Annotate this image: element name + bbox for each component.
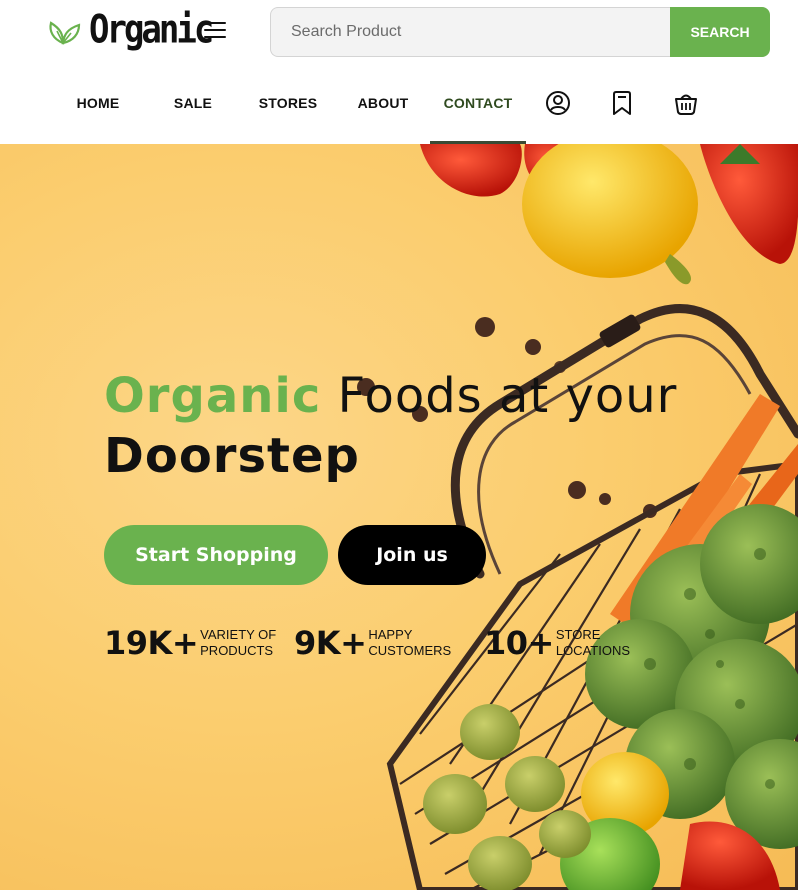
- search-bar: SEARCH: [270, 7, 770, 57]
- stat-label: STORE LOCATIONS: [556, 627, 630, 659]
- nav-item-contact[interactable]: CONTACT: [430, 84, 526, 144]
- stat-label-line1: STORE: [555, 627, 601, 642]
- stat-locations: 10+ STORE LOCATIONS: [484, 624, 630, 662]
- hero-section: Organic Foods at your Doorstep Start Sho…: [0, 144, 798, 890]
- leaf-logo-icon: [49, 21, 81, 45]
- brand-name: Organic: [89, 7, 214, 53]
- hero-title-accent: Organic: [104, 368, 322, 424]
- nav-item-home[interactable]: HOME: [50, 84, 146, 144]
- logo[interactable]: Organic: [43, 7, 214, 53]
- stat-number: 19K+: [104, 624, 199, 662]
- stat-label-line1: VARIETY OF: [200, 627, 277, 642]
- nav-item-sale[interactable]: SALE: [145, 84, 241, 144]
- groceries-basket-image: [357, 144, 798, 890]
- stat-label: VARIETY OF PRODUCTS: [200, 627, 276, 659]
- hero-title-line2: Doorstep: [104, 428, 360, 484]
- nav-item-about[interactable]: ABOUT: [335, 84, 431, 144]
- hero-title-rest: Foods at your: [337, 368, 678, 424]
- start-shopping-button[interactable]: Start Shopping: [104, 525, 328, 585]
- stat-customers: 9K+ HAPPY CUSTOMERS: [294, 624, 451, 662]
- hero-title: Organic Foods at your Doorstep: [104, 366, 677, 486]
- user-icon[interactable]: [545, 90, 571, 116]
- stat-variety: 19K+ VARIETY OF PRODUCTS: [104, 624, 276, 662]
- bookmark-icon[interactable]: [609, 90, 635, 116]
- search-button[interactable]: SEARCH: [670, 7, 770, 57]
- basket-icon[interactable]: [673, 90, 699, 116]
- site-header: Organic SEARCH HOME SALE STORES ABOUT CO…: [0, 0, 798, 144]
- stat-label-line2: CUSTOMERS: [368, 643, 452, 658]
- stat-number: 9K+: [294, 624, 367, 662]
- stat-label-line1: HAPPY: [368, 627, 413, 642]
- hamburger-menu-icon[interactable]: [204, 22, 226, 40]
- stat-label: HAPPY CUSTOMERS: [368, 627, 451, 659]
- join-us-button[interactable]: Join us: [338, 525, 486, 585]
- stat-label-line2: LOCATIONS: [555, 643, 631, 658]
- search-input[interactable]: [270, 7, 670, 57]
- stat-number: 10+: [484, 624, 554, 662]
- stat-label-line2: PRODUCTS: [200, 643, 274, 658]
- main-nav: HOME SALE STORES ABOUT CONTACT: [0, 84, 798, 144]
- nav-item-stores[interactable]: STORES: [240, 84, 336, 144]
